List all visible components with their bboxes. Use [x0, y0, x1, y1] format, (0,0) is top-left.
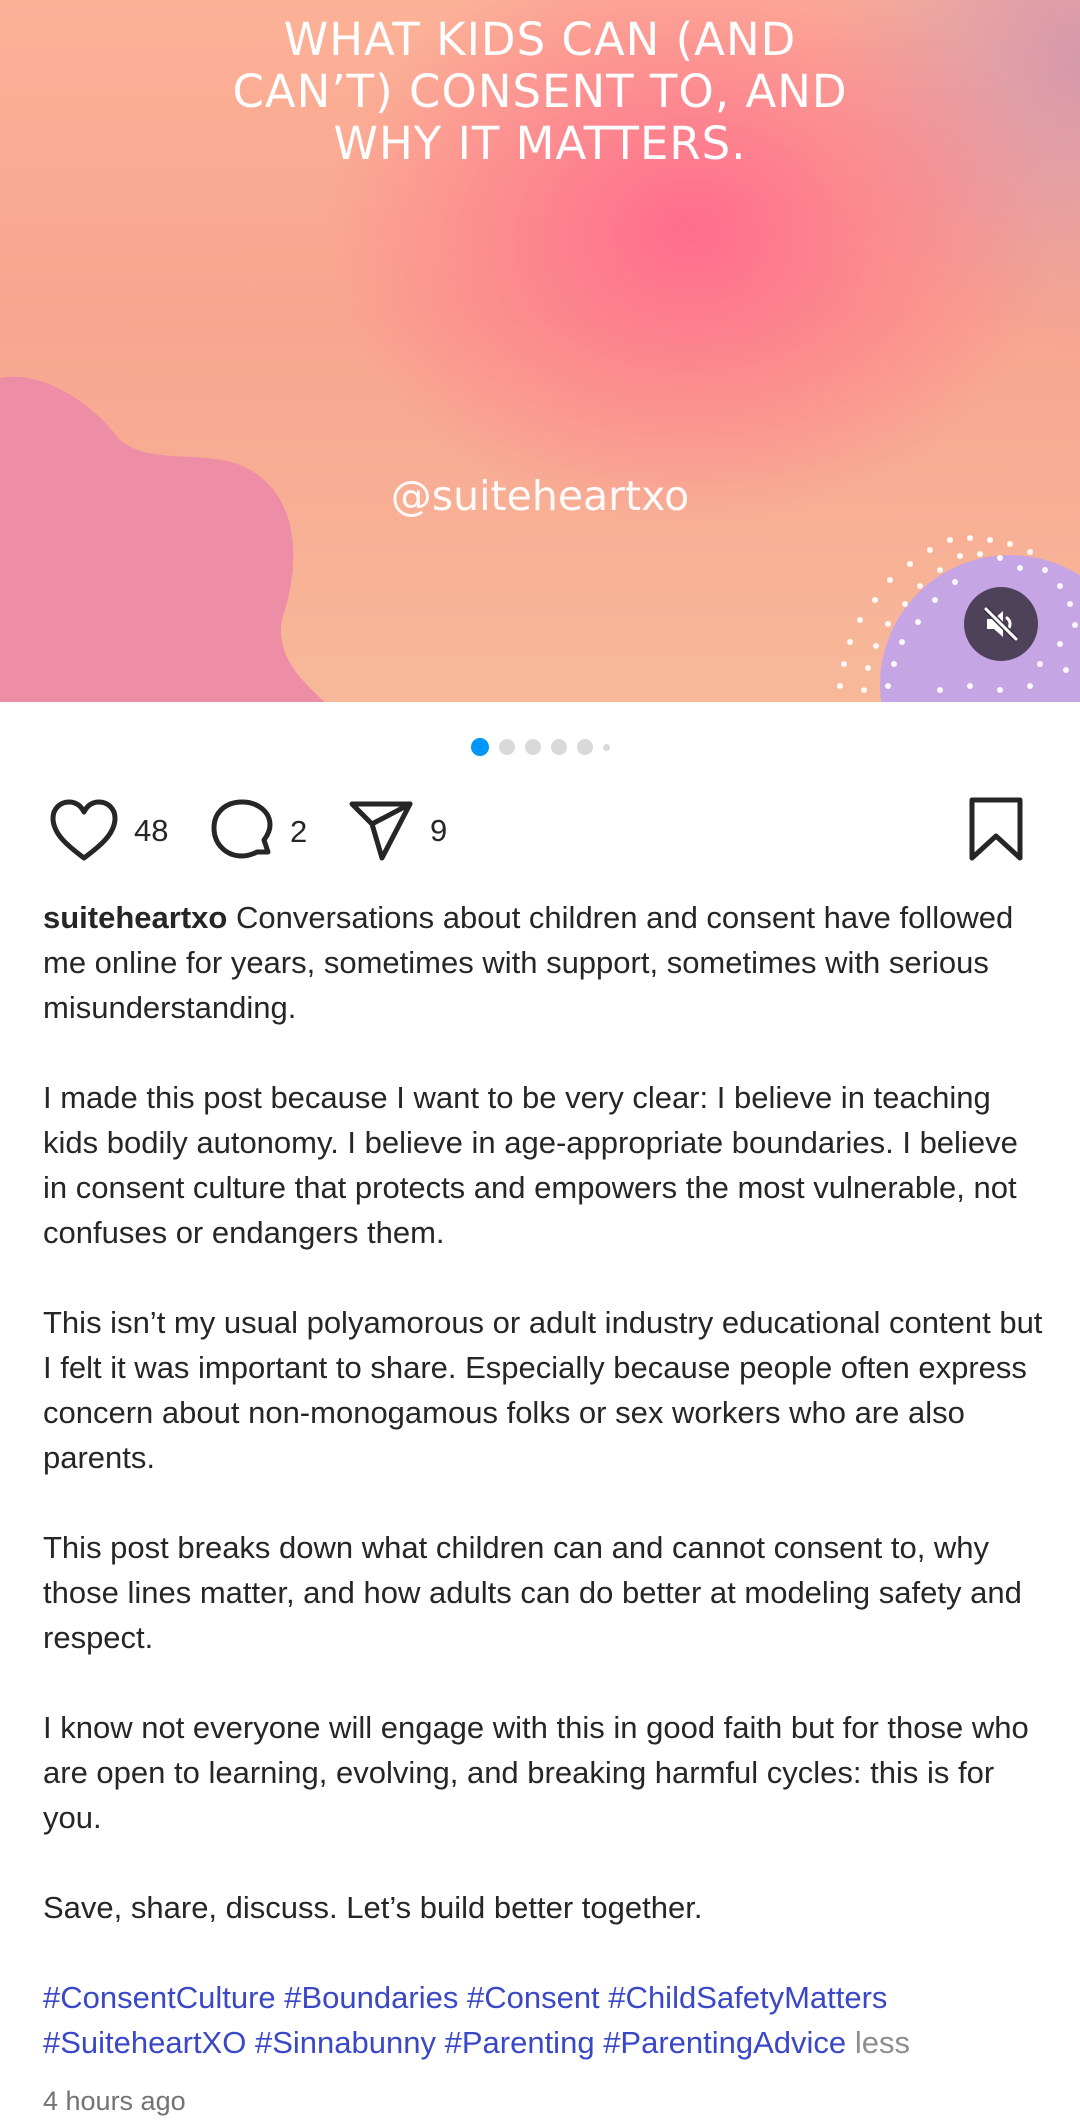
- carousel-dot: [498, 739, 515, 755]
- decorative-dots: [837, 535, 1078, 693]
- bookmark-icon: [969, 797, 1023, 861]
- post-timestamp: 4 hours ago: [43, 2086, 186, 2116]
- carousel-dot-active: [470, 738, 489, 756]
- caption-paragraph: suiteheartxo Conversations about childre…: [43, 895, 1043, 1030]
- hashtag-link[interactable]: #Boundaries: [284, 1980, 458, 2015]
- hashtag-list: #ConsentCulture #Boundaries #Consent #Ch…: [43, 1975, 1043, 2065]
- post-caption: suiteheartxo Conversations about childre…: [43, 895, 1043, 2065]
- caption-paragraph: I know not everyone will engage with thi…: [43, 1710, 1029, 1835]
- share-icon: [349, 801, 413, 861]
- carousel-dot: [576, 739, 593, 755]
- post-media[interactable]: WHAT KIDS CAN (AND CAN’T) CONSENT TO, AN…: [0, 0, 1080, 702]
- heart-icon: [50, 799, 118, 861]
- comment-button[interactable]: 2: [208, 798, 307, 866]
- carousel-dot: [524, 739, 541, 755]
- hashtag-link[interactable]: #ConsentCulture: [43, 1980, 276, 2015]
- save-button[interactable]: [966, 796, 1026, 864]
- like-count: 48: [134, 813, 169, 848]
- media-title: WHAT KIDS CAN (AND CAN’T) CONSENT TO, AN…: [232, 13, 848, 170]
- carousel-dot: [602, 743, 610, 751]
- share-button[interactable]: 9: [346, 798, 447, 864]
- comment-count: 2: [290, 814, 308, 849]
- share-count: 9: [430, 813, 448, 848]
- decorative-blob: [0, 376, 325, 702]
- caption-username[interactable]: suiteheartxo: [43, 900, 227, 935]
- carousel-dot: [550, 739, 567, 755]
- hashtag-link[interactable]: #Consent: [467, 1980, 600, 2015]
- less-toggle[interactable]: less: [855, 2025, 910, 2060]
- comment-icon: [211, 799, 273, 859]
- mute-button[interactable]: [964, 587, 1038, 661]
- action-bar: 48 2 9: [0, 794, 1080, 874]
- hashtag-link[interactable]: #Sinnabunny: [255, 2025, 436, 2060]
- speaker-muted-icon: [983, 606, 1019, 642]
- caption-paragraph: This isn’t my usual polyamorous or adult…: [43, 1305, 1043, 1475]
- caption-paragraph: This post breaks down what children can …: [43, 1530, 1022, 1655]
- carousel-indicator: [0, 738, 1080, 756]
- caption-paragraph: I made this post because I want to be ve…: [43, 1080, 1018, 1250]
- hashtag-link[interactable]: #ChildSafetyMatters: [608, 1980, 887, 2015]
- media-handle: @suiteheartxo: [390, 472, 690, 520]
- hashtag-link[interactable]: #SuiteheartXO: [43, 2025, 246, 2060]
- caption-paragraph: Save, share, discuss. Let’s build better…: [43, 1890, 703, 1925]
- like-button[interactable]: 48: [48, 798, 168, 864]
- hashtag-link[interactable]: #ParentingAdvice: [603, 2025, 846, 2060]
- hashtag-link[interactable]: #Parenting: [445, 2025, 595, 2060]
